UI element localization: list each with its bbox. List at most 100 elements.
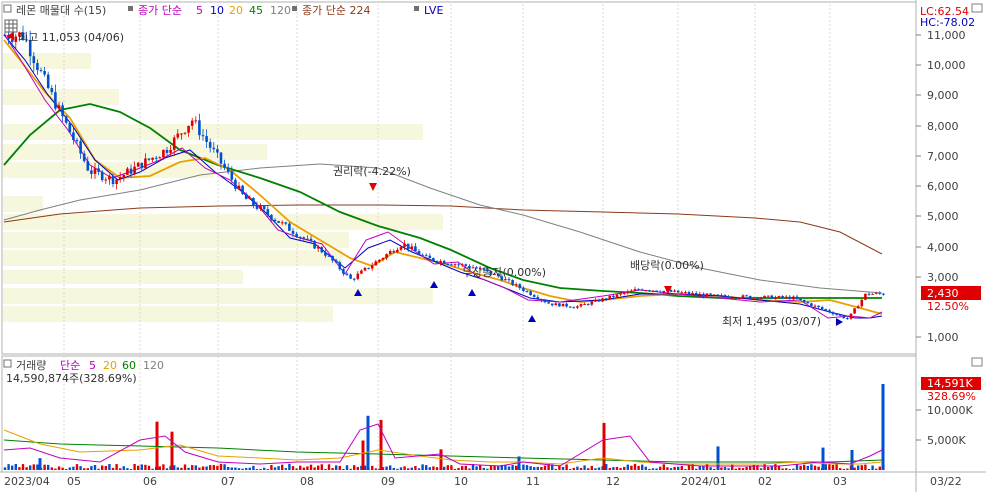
volume-bar [266,469,269,470]
volume-bar [273,467,277,470]
candle-body [291,230,295,234]
volume-bar [644,466,647,470]
candle-body [795,296,799,299]
volume-bar [90,466,93,470]
volume-bar [18,467,21,470]
scale-toggle-icon[interactable] [971,3,983,13]
ma-legend-20[interactable]: 20 [229,4,243,17]
volume-bar [623,466,626,470]
ma-legend-5[interactable]: 5 [196,4,203,17]
candle-body [781,296,784,298]
volume-bar [709,467,712,470]
ma-legend-10[interactable]: 10 [210,4,224,17]
volume-bar [666,467,669,470]
vol-ma-prefix[interactable]: 단순 [60,359,80,372]
scale-toggle-icon[interactable] [971,357,983,367]
volume-bar [799,465,802,470]
candle-body [97,168,100,172]
candle-body [205,136,208,142]
vol-ma-120[interactable]: 120 [143,359,164,372]
vol-ma-20[interactable]: 20 [103,359,117,372]
candle-body [435,261,439,263]
volume-bar [234,467,237,470]
volume-profile-bar [3,270,243,284]
ma-legend-45[interactable]: 45 [249,4,263,17]
candle-body [698,293,702,295]
price-tick: 6,000 [927,180,959,193]
ma-legend-prefix[interactable]: 종가 단순 [138,4,182,17]
volume-bar [263,467,266,470]
volume-profile-bar [3,196,43,212]
volume-bar [349,468,352,470]
volume-bar [554,468,557,470]
candle-body [10,39,14,43]
volume-bar [788,469,791,470]
candle-body [813,305,817,307]
candle-body [864,293,867,300]
chart-canvas[interactable]: 최고 11,053 (04/06) 권리락(-4.22%) 무상증자(0.00%… [0,0,986,492]
candle-body [597,299,601,302]
volume-bar [65,468,68,470]
ma-legend-120[interactable]: 120 [270,4,291,17]
volume-bar [435,467,439,470]
candle-body [550,303,554,306]
vol-ma-60[interactable]: 60 [122,359,136,372]
volume-bar [662,464,665,470]
volume-profile-bar [3,306,333,322]
candle-body [878,292,882,294]
candle-body [302,237,306,239]
low-annotation: 최저 1,495 (03/07) [722,315,821,328]
volume-bar [248,467,251,470]
volume-bar [309,464,313,470]
price-panel-title[interactable]: 레몬 매물대 수(15) [16,4,106,17]
candle-body [252,198,255,206]
ma224-legend[interactable]: 종가 단순 224 [302,4,370,17]
volume-bar [738,467,741,470]
candle-body [129,168,133,174]
candle-body [824,309,828,311]
candle-body [633,289,637,291]
lve-legend[interactable]: LVE [424,4,443,17]
candle-body [43,70,46,75]
volume-bar [414,465,417,470]
candle-body [709,293,712,295]
candle-body [622,293,626,295]
volume-bar [345,465,349,470]
volume-bar-peak [366,415,370,470]
volume-bar [461,466,464,470]
candle-body [687,292,691,295]
volume-bar [803,464,806,470]
volume-bar [684,468,687,470]
candle-body [147,158,151,160]
volume-bar [72,466,75,470]
candle-body [669,290,673,292]
volume-bar [144,464,147,470]
candle-body [208,141,212,148]
price-tick: 4,000 [927,241,959,254]
volume-bar [749,466,752,470]
volume-bar [342,468,345,470]
legend-square-icon [128,6,133,11]
volume-bar [479,464,482,470]
candle-body [514,284,518,286]
volume-bar [687,465,691,470]
x-label: 08 [300,475,314,488]
grid-settings-icon[interactable] [4,19,18,33]
candle-body [360,270,363,274]
candle-body [381,258,385,260]
volume-bar [212,465,215,470]
volume-bar [133,464,136,470]
volume-bar [597,467,601,470]
candle-body [313,240,316,249]
candle-body [230,171,234,180]
candle-body [457,264,460,266]
volume-bar [489,466,493,470]
volume-bar [669,468,673,470]
volume-panel-title[interactable]: 거래량 [16,359,46,372]
volume-bar [187,467,190,470]
vol-ma-5[interactable]: 5 [89,359,96,372]
volume-bar [842,468,845,470]
candle-body [846,318,849,320]
volume-bar [252,465,255,470]
candle-body [385,254,388,259]
